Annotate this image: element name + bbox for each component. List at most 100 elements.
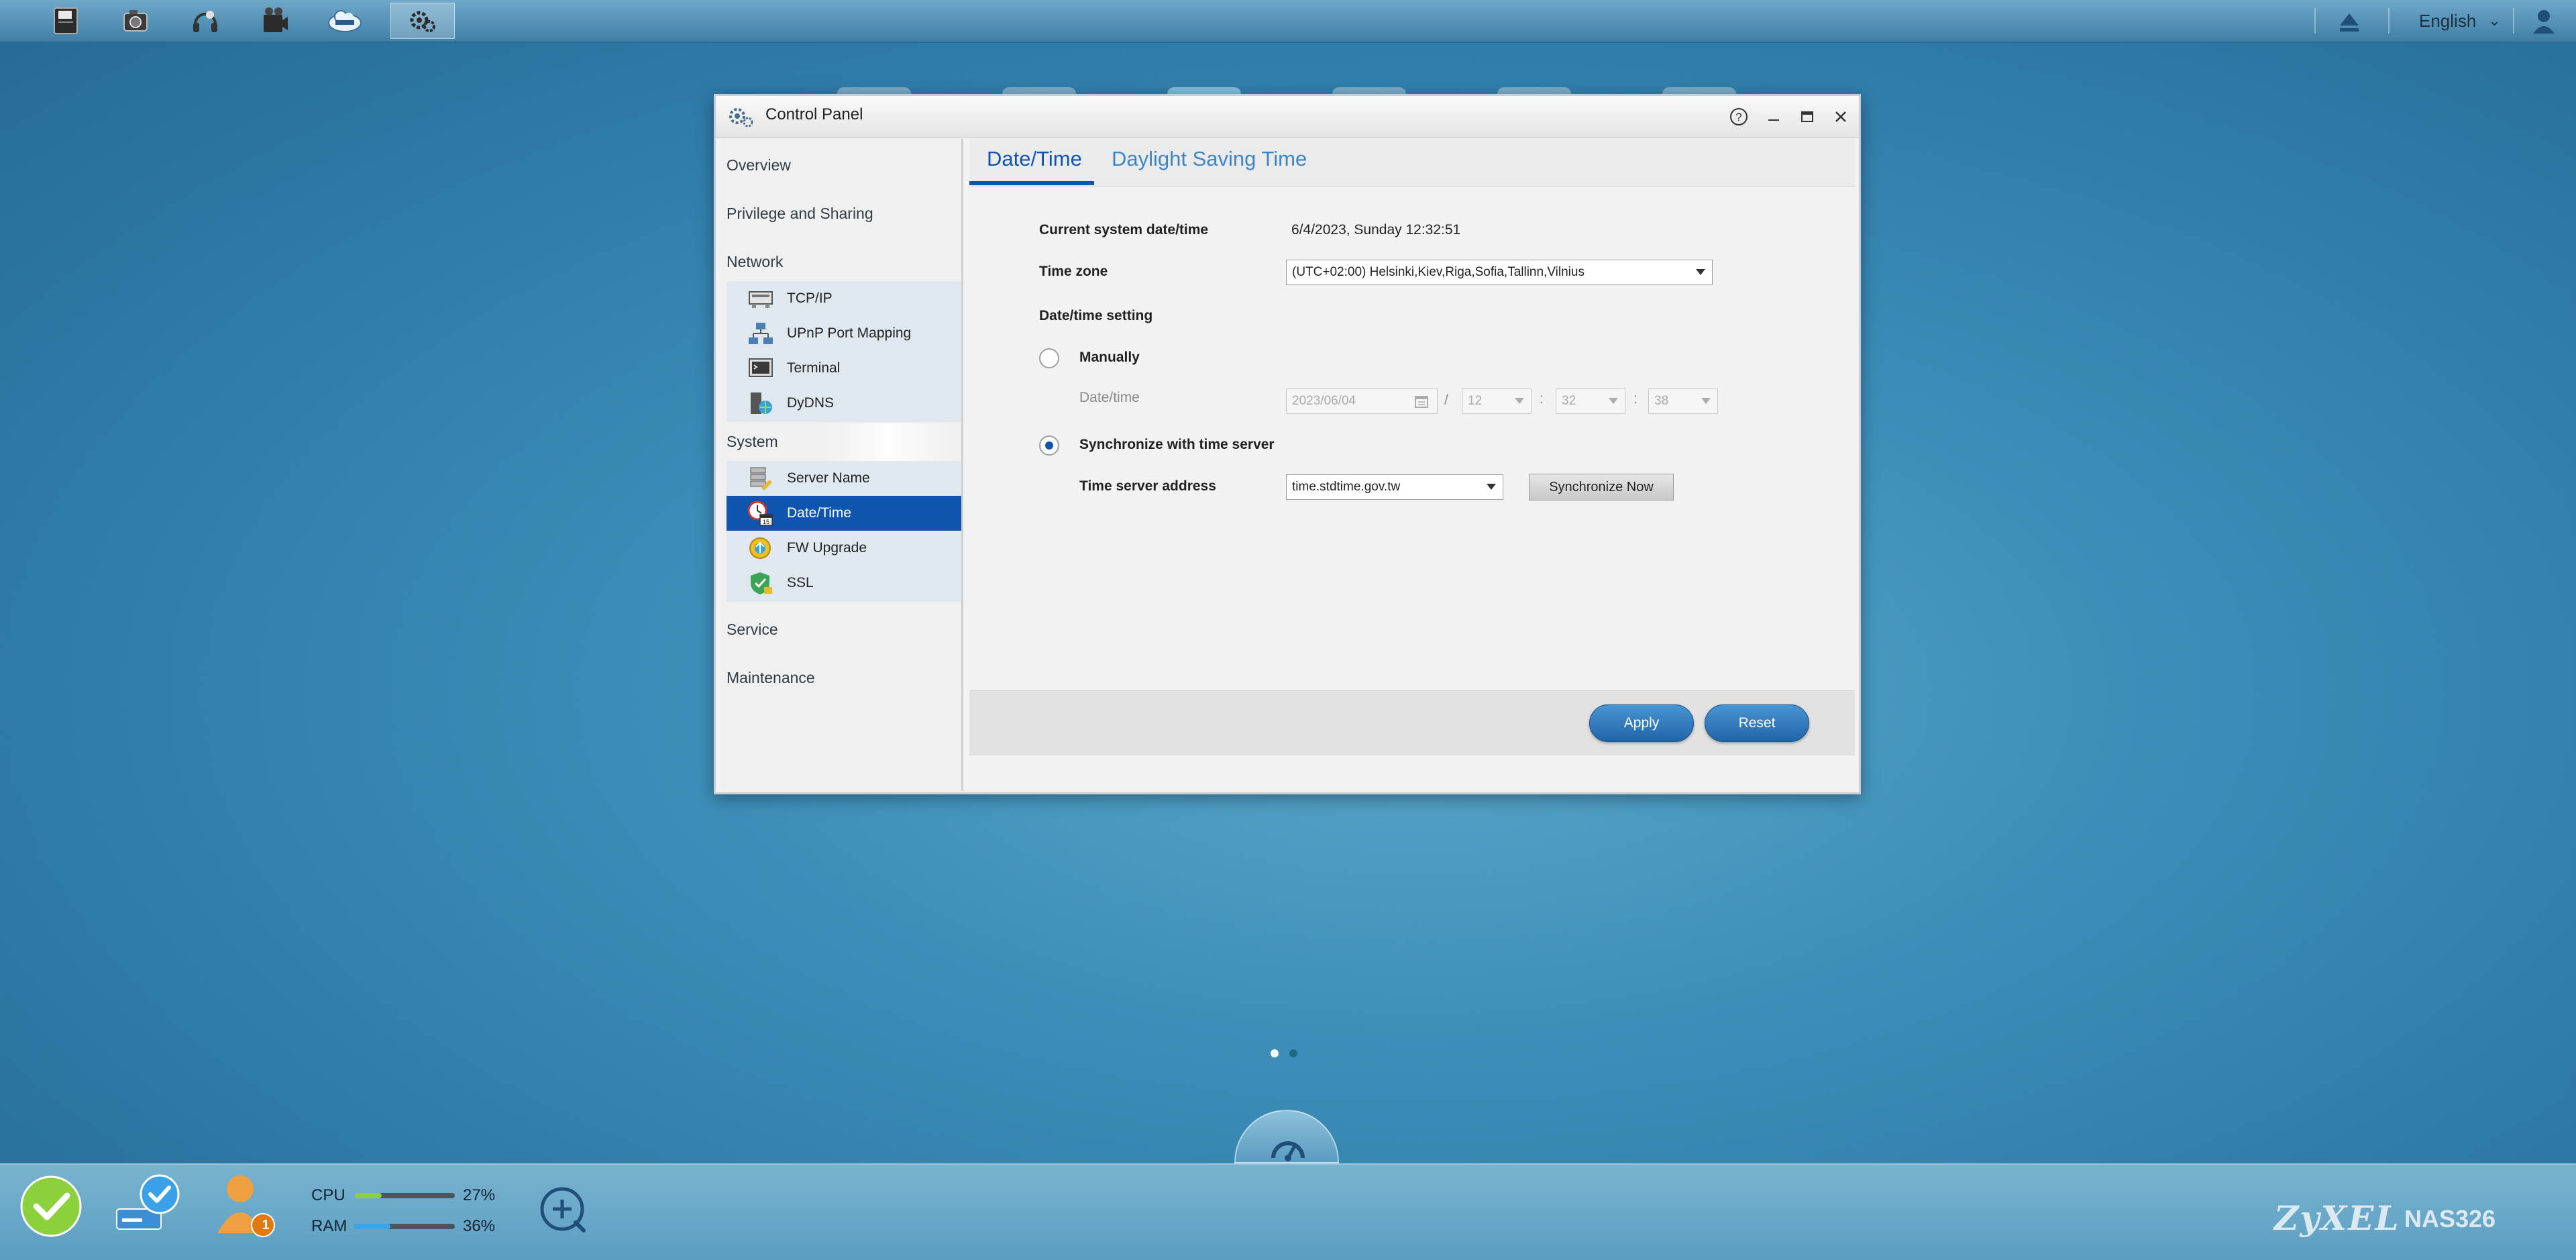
close-icon bbox=[1835, 111, 1846, 122]
storage-status-icon[interactable] bbox=[113, 1171, 185, 1239]
svg-text:15: 15 bbox=[763, 519, 769, 525]
sidebar-item-ssl[interactable]: SSL bbox=[727, 566, 961, 600]
topbar-separator bbox=[2388, 8, 2390, 34]
timezone-select[interactable]: (UTC+02:00) Helsinki,Kiev,Riga,Sofia,Tal… bbox=[1286, 260, 1713, 285]
control-panel-icon bbox=[410, 11, 435, 32]
dropdown-arrow-icon bbox=[1487, 484, 1496, 490]
system-ok-icon[interactable] bbox=[19, 1174, 83, 1239]
video-icon bbox=[264, 7, 288, 32]
user-icon[interactable] bbox=[2529, 7, 2559, 36]
svg-text:?: ? bbox=[1735, 111, 1741, 123]
page-dot-1[interactable] bbox=[1271, 1049, 1279, 1057]
maximize-button[interactable] bbox=[1796, 105, 1819, 128]
reset-button[interactable]: Reset bbox=[1705, 704, 1809, 742]
network-card-icon bbox=[749, 291, 773, 308]
photo-icon bbox=[123, 10, 148, 32]
help-icon: ? bbox=[1730, 108, 1748, 125]
second-select: 38 bbox=[1648, 388, 1718, 414]
zyxel-cloud-app-button[interactable] bbox=[313, 3, 377, 39]
ram-meter-fill bbox=[354, 1224, 390, 1229]
chevron-down-icon: ⌄ bbox=[2488, 12, 2501, 29]
date-value: 2023/06/04 bbox=[1292, 394, 1356, 408]
control-panel-sidebar: Overview Privilege and Sharing Network T… bbox=[721, 139, 963, 791]
topbar-separator bbox=[2513, 8, 2514, 34]
control-panel-icon bbox=[729, 108, 753, 127]
sidebar-item-maintenance[interactable]: Maintenance bbox=[727, 669, 815, 687]
tab-daylight-saving-time[interactable]: Daylight Saving Time bbox=[1112, 147, 1307, 171]
datetime-setting-label: Date/time setting bbox=[1039, 308, 1153, 323]
help-button[interactable]: ? bbox=[1727, 105, 1750, 128]
time-separator: : bbox=[1540, 391, 1544, 407]
second-value: 38 bbox=[1654, 394, 1669, 408]
window-title: Control Panel bbox=[765, 105, 863, 123]
active-tab-indicator bbox=[969, 181, 1094, 185]
sidebar-item-service[interactable]: Service bbox=[727, 621, 778, 639]
music-app-button[interactable] bbox=[173, 3, 237, 39]
dropdown-arrow-icon bbox=[1609, 398, 1618, 404]
manually-label: Manually bbox=[1079, 350, 1140, 365]
firmware-upgrade-icon bbox=[749, 537, 771, 559]
sidebar-item-system[interactable]: System bbox=[727, 433, 778, 451]
language-selector[interactable]: English ⌄ bbox=[2419, 0, 2501, 42]
photo-app-button[interactable] bbox=[103, 3, 168, 39]
apply-button[interactable]: Apply bbox=[1589, 704, 1694, 742]
ram-label: RAM bbox=[311, 1217, 347, 1235]
top-taskbar: English ⌄ bbox=[0, 0, 2576, 43]
date-time-panel: Date/Time Daylight Saving Time Current s… bbox=[969, 139, 1855, 791]
add-widget-icon[interactable] bbox=[537, 1184, 590, 1237]
current-datetime-value: 6/4/2023, Sunday 12:32:51 bbox=[1291, 222, 1461, 238]
nas-model-name: NAS326 bbox=[2404, 1205, 2496, 1232]
calendar-icon bbox=[1415, 396, 1428, 408]
control-panel-window: Control Panel ? Overview Privilege and S… bbox=[714, 94, 1861, 794]
hover-highlight bbox=[822, 423, 956, 461]
manually-radio[interactable] bbox=[1039, 348, 1059, 368]
sidebar-item-label: TCP/IP bbox=[787, 291, 833, 306]
dropdown-arrow-icon bbox=[1696, 269, 1705, 275]
window-titlebar[interactable]: Control Panel ? bbox=[716, 96, 1859, 138]
sidebar-item-server-name[interactable]: Server Name bbox=[727, 461, 961, 496]
sidebar-item-date-time[interactable]: 15 Date/Time bbox=[727, 496, 961, 531]
video-app-button[interactable] bbox=[243, 3, 307, 39]
ssl-shield-icon bbox=[751, 572, 772, 594]
cpu-label: CPU bbox=[311, 1186, 345, 1204]
dropdown-arrow-icon bbox=[1701, 398, 1711, 404]
sidebar-item-label: Date/Time bbox=[787, 505, 852, 521]
current-datetime-label: Current system date/time bbox=[1039, 222, 1209, 238]
bottom-status-bar bbox=[0, 1163, 2576, 1260]
sidebar-item-label: DyDNS bbox=[787, 395, 835, 411]
system-submenu: Server Name 15 Date/Time FW Upgrade SSL bbox=[727, 461, 961, 602]
ram-meter bbox=[354, 1224, 455, 1229]
clock-calendar-icon: 15 bbox=[747, 501, 773, 526]
sidebar-item-label: FW Upgrade bbox=[787, 540, 867, 556]
tab-date-time[interactable]: Date/Time bbox=[987, 147, 1082, 171]
sidebar-item-dydns[interactable]: DyDNS bbox=[727, 386, 961, 421]
sidebar-item-label: Server Name bbox=[787, 470, 870, 486]
close-button[interactable] bbox=[1829, 105, 1852, 128]
page-dot-2[interactable] bbox=[1289, 1049, 1297, 1057]
music-icon bbox=[193, 11, 217, 32]
control-panel-app-button[interactable] bbox=[390, 3, 455, 39]
sync-time-server-radio[interactable] bbox=[1039, 435, 1059, 456]
panel-footer: Apply Reset bbox=[969, 690, 1855, 755]
file-browser-icon bbox=[54, 7, 78, 34]
zyxel-logo: ZyXEL bbox=[2274, 1198, 2400, 1238]
time-server-select[interactable]: time.stdtime.gov.tw bbox=[1286, 474, 1503, 500]
sidebar-item-overview[interactable]: Overview bbox=[727, 156, 791, 174]
minute-select: 32 bbox=[1556, 388, 1625, 414]
dashboard-toggle[interactable] bbox=[1234, 1110, 1339, 1163]
sidebar-item-fw-upgrade[interactable]: FW Upgrade bbox=[727, 531, 961, 566]
sidebar-item-terminal[interactable]: Terminal bbox=[727, 351, 961, 386]
synchronize-now-button[interactable]: Synchronize Now bbox=[1529, 474, 1674, 501]
network-submenu: TCP/IP UPnP Port Mapping Terminal DyDNS bbox=[727, 281, 961, 422]
sidebar-item-tcp-ip[interactable]: TCP/IP bbox=[727, 281, 961, 316]
sidebar-item-privilege-and-sharing[interactable]: Privilege and Sharing bbox=[727, 205, 873, 223]
sync-time-server-label: Synchronize with time server bbox=[1079, 437, 1275, 452]
eject-icon[interactable] bbox=[2336, 8, 2363, 35]
minimize-button[interactable] bbox=[1762, 105, 1785, 128]
sidebar-item-upnp-port-mapping[interactable]: UPnP Port Mapping bbox=[727, 316, 961, 351]
minimize-icon bbox=[1768, 119, 1779, 121]
date-separator: / bbox=[1444, 392, 1448, 408]
upnp-network-icon bbox=[749, 323, 773, 344]
sidebar-item-network[interactable]: Network bbox=[727, 253, 783, 271]
file-browser-app-button[interactable] bbox=[34, 3, 98, 39]
